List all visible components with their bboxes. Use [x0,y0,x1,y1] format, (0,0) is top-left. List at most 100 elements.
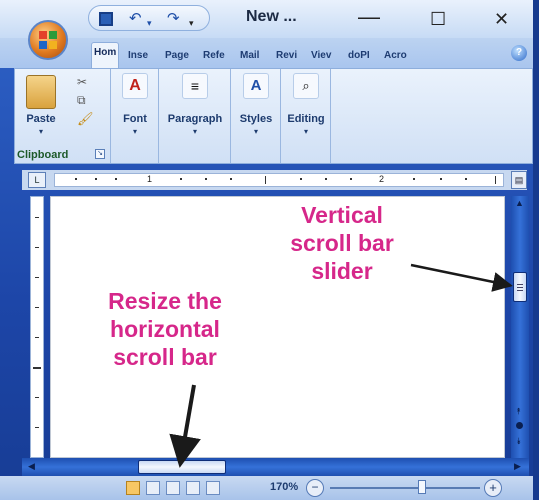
vertical-scrollbar[interactable]: ▲ ⯭ ⯯ [511,196,529,458]
zoom-slider[interactable] [330,487,480,489]
paste-dropdown-icon: ▾ [38,127,43,136]
annotation-line: Resize the [108,288,222,314]
format-painter-icon[interactable]: 🖌 [77,111,94,127]
tab-acrobat[interactable]: Acro [382,46,409,68]
ruler-tick [115,178,117,180]
ruler-tick [35,277,39,278]
styles-label: Styles [239,113,273,125]
qat-customize-icon[interactable]: ▾ [189,14,194,32]
horizontal-scrollbar-slider[interactable] [138,460,226,474]
slider-grip [517,287,523,288]
paragraph-group: ≡ Paragraph ▾ [159,69,231,163]
annotation-vertical-slider: Vertical scroll bar slider [262,201,422,285]
slider-grip [517,284,523,285]
copy-icon[interactable]: ⧉ [77,93,86,108]
draft-view-icon[interactable] [206,481,220,495]
office-button[interactable] [28,20,68,60]
ruler-number: 2 [379,174,385,184]
view-ruler-icon[interactable]: ▤ [511,171,527,189]
font-button[interactable]: A Font ▾ [113,69,157,147]
tab-selector-button[interactable]: L [28,172,46,188]
ruler-tick [300,178,302,180]
tab-dopdf[interactable]: doPI [346,46,372,68]
minimize-button[interactable]: — [358,6,380,28]
ruler-tick [180,178,182,180]
outline-view-icon[interactable] [186,481,200,495]
save-icon[interactable] [99,12,113,26]
clipboard-launcher-icon[interactable]: ↘ [95,149,105,159]
scroll-left-icon[interactable]: ◀ [28,461,35,472]
ruler-tick [413,178,415,180]
binoculars-icon: ⌕ [293,73,319,99]
zoom-slider-thumb[interactable] [418,480,426,494]
web-layout-view-icon[interactable] [166,481,180,495]
annotation-line: scroll bar [290,230,394,256]
title-bar: ↶ ▾ ↷ ▾ New ... — ☐ ✕ [0,0,533,38]
ribbon-tab-bar [0,38,533,68]
styles-button[interactable]: A Styles ▾ [233,69,279,147]
tab-home[interactable]: Hom [91,42,120,69]
paragraph-align-icon: ≡ [182,73,208,99]
zoom-out-button[interactable]: − [306,479,324,497]
editing-button[interactable]: ⌕ Editing ▾ [283,69,329,147]
ruler-marker [265,176,266,184]
tab-page-layout[interactable]: Page [163,46,191,68]
vertical-scrollbar-slider[interactable] [513,272,527,302]
ruler-bar: L 1 2 ▤ [22,170,527,190]
ruler-tick [205,178,207,180]
annotation-line: Vertical [301,202,383,228]
previous-page-icon[interactable]: ⯭ [516,406,521,417]
horizontal-scrollbar[interactable]: ◀ ▶ [22,458,529,476]
scroll-right-icon[interactable]: ▶ [514,461,521,472]
scroll-up-icon[interactable]: ▲ [515,198,524,208]
ruler-tick [350,178,352,180]
select-browse-object-icon[interactable] [516,422,523,429]
close-button[interactable]: ✕ [494,8,509,30]
annotation-resize-horizontal: Resize the horizontal scroll bar [70,287,260,371]
cut-icon[interactable]: ✂ [77,75,87,89]
vertical-ruler[interactable] [30,196,44,458]
next-page-icon[interactable]: ⯯ [516,436,521,447]
paste-icon [26,75,56,109]
undo-dropdown-icon[interactable]: ▾ [147,14,152,32]
font-group: A Font ▾ [111,69,159,163]
ruler-tick [35,427,39,428]
redo-icon[interactable]: ↷ [167,10,180,28]
ruler-tick [35,217,39,218]
clipboard-group: Paste ▾ ✂ ⧉ 🖌 Clipboard ↘ [15,69,111,163]
ruler-marker [495,176,496,184]
tab-view[interactable]: Viev [309,46,333,68]
paste-label: Paste [26,113,56,125]
ruler-number: 1 [147,174,153,184]
quick-access-toolbar: ↶ ▾ ↷ ▾ [88,5,210,31]
font-color-icon: A [122,73,148,99]
print-layout-view-icon[interactable] [126,481,140,495]
paragraph-button[interactable]: ≡ Paragraph ▾ [161,69,229,147]
full-screen-reading-view-icon[interactable] [146,481,160,495]
tab-references[interactable]: Refe [201,46,227,68]
zoom-level[interactable]: 170% [270,481,298,493]
slider-grip [517,290,523,291]
ribbon-home: Paste ▾ ✂ ⧉ 🖌 Clipboard ↘ A Font ▾ ≡ Par… [14,68,533,164]
ruler-tick [325,178,327,180]
ruler-tick [440,178,442,180]
annotation-line: horizontal [110,316,220,342]
zoom-in-button[interactable]: + [484,479,502,497]
tab-insert[interactable]: Inse [126,46,150,68]
undo-icon[interactable]: ↶ [129,10,142,28]
tab-review[interactable]: Revi [274,46,299,68]
styles-dropdown-icon: ▾ [253,127,258,136]
maximize-button[interactable]: ☐ [430,8,446,30]
paste-button[interactable]: Paste ▾ [19,69,63,147]
tab-mailings[interactable]: Mail [238,46,261,68]
ruler-tick [35,247,39,248]
annotation-line: scroll bar [113,344,217,370]
font-dropdown-icon: ▾ [132,127,137,136]
document-title: New ... [246,8,297,25]
word-window: ↶ ▾ ↷ ▾ New ... — ☐ ✕ Hom Inse Page Refe… [0,0,539,500]
ruler-tick [35,337,39,338]
help-icon[interactable]: ? [511,45,527,61]
editing-dropdown-icon: ▾ [303,127,308,136]
horizontal-ruler[interactable]: 1 2 [54,173,504,187]
styles-icon: A [243,73,269,99]
